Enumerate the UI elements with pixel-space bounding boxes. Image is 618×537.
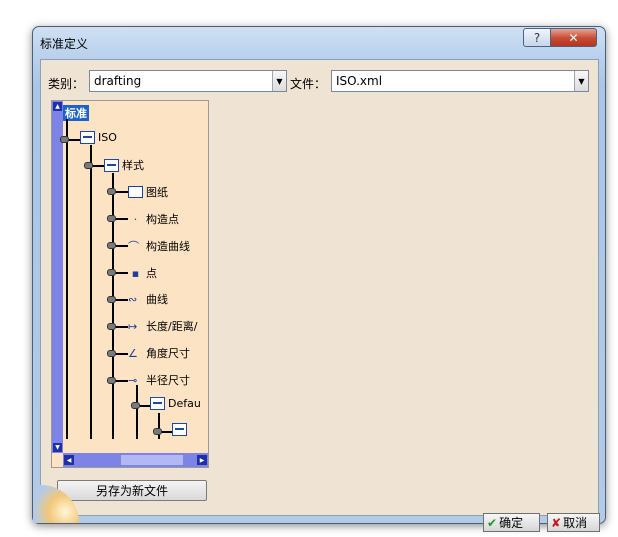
tree-item-label: 构造曲线 <box>146 240 190 253</box>
ok-label: 确定 <box>499 516 524 530</box>
expander-icon[interactable] <box>153 428 162 435</box>
expander-icon[interactable] <box>107 377 116 384</box>
tree-item-label: Defau <box>168 397 201 410</box>
expander-icon[interactable] <box>107 269 116 276</box>
category-select[interactable]: drafting ▼ <box>89 70 287 92</box>
save-as-new-file-button[interactable]: 另存为新文件 <box>57 480 207 501</box>
tree-item-curve[interactable]: ∾ 曲线 <box>128 291 168 307</box>
tree-item-label: 图纸 <box>146 186 168 199</box>
category-label: 类别： <box>48 77 85 91</box>
expander-icon[interactable] <box>107 296 116 303</box>
tree-item-construction-point[interactable]: · 构造点 <box>128 211 179 227</box>
check-icon: ✔ <box>487 515 498 530</box>
scroll-left-icon[interactable]: ◀ <box>64 455 74 465</box>
curve-icon: ∾ <box>128 292 138 306</box>
tree-item-label: 角度尺寸 <box>146 347 190 360</box>
expander-icon[interactable] <box>131 402 140 409</box>
construction-point-icon: · <box>133 212 138 226</box>
tree-item-label: 样式 <box>122 159 144 172</box>
tree-item-length-distance[interactable]: ↦ 长度/距离/ <box>128 318 197 334</box>
expander-icon[interactable] <box>60 136 69 143</box>
doc-icon <box>104 158 119 172</box>
tree-item-label: 点 <box>146 267 157 280</box>
chevron-down-icon[interactable]: ▼ <box>272 71 286 91</box>
tree-item-radius-dimension[interactable]: ⊸ 半径尺寸 <box>128 372 190 388</box>
standard-definition-dialog: 标准定义 ? ✕ 类别： drafting ▼ 文件： ISO.xml ▼ ▲ … <box>32 26 606 532</box>
tree-connector <box>158 413 160 439</box>
tree-item-label: ISO <box>98 131 117 144</box>
expander-icon[interactable] <box>107 323 116 330</box>
tree-connector <box>90 145 92 439</box>
standards-tree[interactable]: ▲ ▼ ◀ ▶ 标准 ISO 样式 图纸 · 构造点 ⌒ 构造曲线 ▪ 点 ∾ … <box>51 100 209 468</box>
doc-icon <box>172 423 187 436</box>
tree-item-sheet[interactable]: 图纸 <box>128 184 168 200</box>
cancel-button[interactable]: ✘ 取消 <box>547 513 600 532</box>
doc-icon <box>80 131 95 144</box>
dialog-client-area: 类别： drafting ▼ 文件： ISO.xml ▼ ▲ ▼ ◀ ▶ 标准 <box>40 59 600 532</box>
category-value: drafting <box>94 74 142 88</box>
chevron-down-icon[interactable]: ▼ <box>574 71 588 91</box>
tree-item-label: 构造点 <box>146 213 179 226</box>
scroll-down-icon[interactable]: ▼ <box>53 443 62 452</box>
expander-icon[interactable] <box>107 242 116 249</box>
tree-vertical-scrollbar[interactable]: ▲ ▼ <box>52 101 63 453</box>
point-icon: ▪ <box>131 266 140 280</box>
angle-dimension-icon: ∠ <box>128 346 138 360</box>
tree-item-child[interactable] <box>172 423 190 436</box>
tree-item-style[interactable]: 样式 <box>104 157 144 173</box>
file-value: ISO.xml <box>336 74 383 88</box>
tree-item-label: 半径尺寸 <box>146 374 190 387</box>
file-select[interactable]: ISO.xml ▼ <box>331 70 589 92</box>
radius-dimension-icon: ⊸ <box>128 373 138 387</box>
construction-curve-icon: ⌒ <box>128 240 139 253</box>
length-dimension-icon: ↦ <box>128 319 138 333</box>
tree-item-iso[interactable]: ISO <box>80 131 117 144</box>
cancel-icon: ✘ <box>551 515 562 530</box>
scroll-right-icon[interactable]: ▶ <box>197 455 207 465</box>
expander-icon[interactable] <box>107 215 116 222</box>
tree-connector <box>66 119 68 439</box>
doc-icon <box>150 397 165 410</box>
tree-item-label: 曲线 <box>146 293 168 306</box>
help-icon: ? <box>533 30 541 45</box>
cancel-label: 取消 <box>563 516 588 530</box>
ok-button[interactable]: ✔ 确定 <box>483 513 540 532</box>
scroll-up-icon[interactable]: ▲ <box>53 102 62 111</box>
tree-horizontal-scrollbar[interactable]: ◀ ▶ <box>63 453 208 467</box>
window-title: 标准定义 <box>40 37 89 51</box>
sheet-icon <box>128 186 143 198</box>
scroll-thumb[interactable] <box>121 455 183 465</box>
tree-connector <box>136 385 138 439</box>
tree-item-label: 长度/距离/ <box>146 320 198 333</box>
tree-connector <box>112 173 114 439</box>
expander-icon[interactable] <box>84 162 93 169</box>
tree-item-point[interactable]: ▪ 点 <box>128 265 157 281</box>
close-icon: ✕ <box>568 30 579 45</box>
tree-item-construction-curve[interactable]: ⌒ 构造曲线 <box>128 238 190 254</box>
tree-item-default[interactable]: Defau <box>150 397 201 410</box>
tree-item-angle-dimension[interactable]: ∠ 角度尺寸 <box>128 345 190 361</box>
file-label: 文件： <box>290 77 327 91</box>
help-button[interactable]: ? <box>523 28 551 47</box>
expander-icon[interactable] <box>107 188 116 195</box>
expander-icon[interactable] <box>107 350 116 357</box>
close-button[interactable]: ✕ <box>550 28 597 47</box>
